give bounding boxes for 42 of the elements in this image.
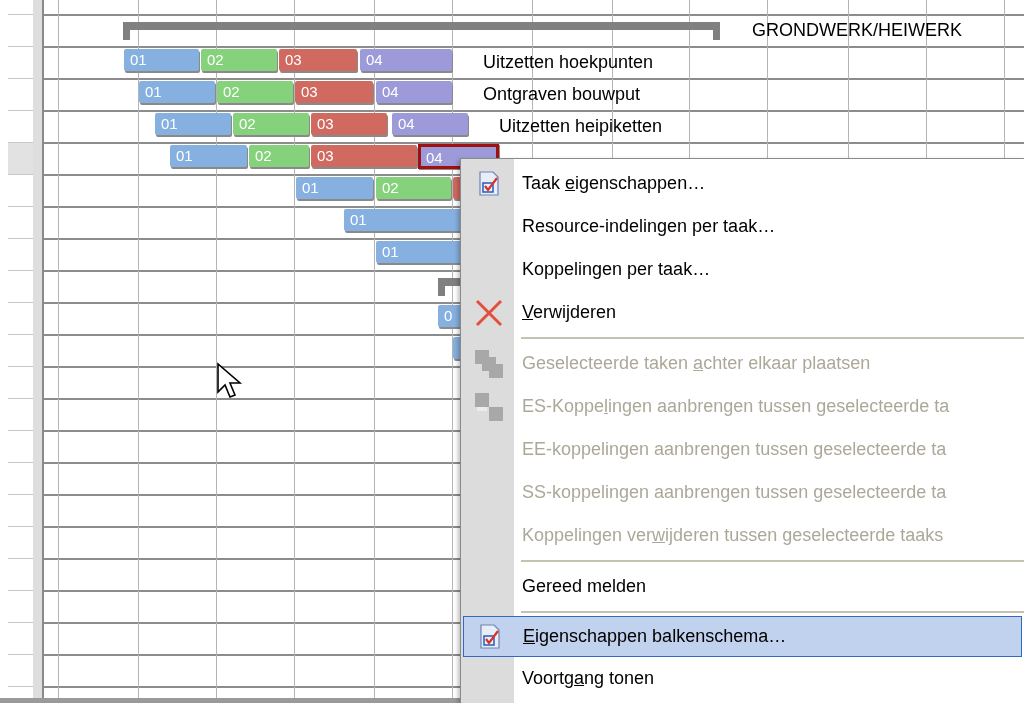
menu-item-label: Eigenschappen balkenschema… [523,625,787,648]
task-segment[interactable]: 01 [155,113,231,135]
checklist-icon [478,623,502,650]
task-segment[interactable]: 04 [360,49,452,71]
task-segment[interactable]: 01 [170,145,247,167]
task-label: Uitzetten heipiketten [499,115,663,137]
task-segment[interactable]: 03 [311,113,387,135]
menu-item[interactable]: Voortgang tonen [463,657,1022,700]
stacked-squares-icon [473,347,505,380]
checklist-icon [477,170,501,197]
menu-item-label: Koppelingen per taak… [522,258,711,281]
menu-item-label: Voortgang tonen [522,667,655,690]
menu-item[interactable]: Gereed melden [463,565,1022,608]
menu-item-label: Gereed melden [522,575,647,598]
menu-item-label: ES-Koppelingen aanbrengen tussen geselecteerde ta [522,395,950,418]
menu-item-label: Taak eigenschappen… [522,172,706,195]
task-segment[interactable]: 02 [376,177,451,199]
task-segment[interactable]: 04 [392,113,468,135]
stacked-squares-icon [473,390,505,423]
task-segment[interactable]: 03 [295,81,373,103]
task-segment[interactable]: 02 [233,113,309,135]
task-segment[interactable]: 04 [376,81,452,103]
task-segment[interactable]: 03 [311,145,417,167]
task-label: Uitzetten hoekpunten [483,51,654,73]
task-segment[interactable]: 01 [139,81,215,103]
menu-item-label: Geselecteerde taken achter elkaar plaatsen [522,352,871,375]
task-segment[interactable]: 01 [296,177,373,199]
task-segment[interactable]: 02 [249,145,309,167]
menu-item-label: SS-koppelingen aanbrengen tussen geselecteerde ta [522,481,947,504]
menu-item-label: Resource-indelingen per taak… [522,215,776,238]
task-segment[interactable]: 03 [279,49,357,71]
task-label: GRONDWERK/HEIWERK [752,19,962,41]
task-segment[interactable]: 02 [217,81,293,103]
task-segment[interactable]: 02 [201,49,277,71]
menu-item-label: EE-koppelingen aanbrengen tussen geselecteerde ta [522,438,947,461]
summary-bar[interactable] [123,22,720,40]
task-label: Ontgraven bouwput [483,83,641,105]
close-icon [474,297,504,328]
menu-item[interactable]: Eigenschappen balkenschema… [463,616,1022,657]
menu-item-label: Verwijderen [522,301,617,324]
menu-item-label: Koppelingen verwijderen tussen geselecteerde taaks [522,524,944,547]
task-segment[interactable]: 01 [124,49,199,71]
